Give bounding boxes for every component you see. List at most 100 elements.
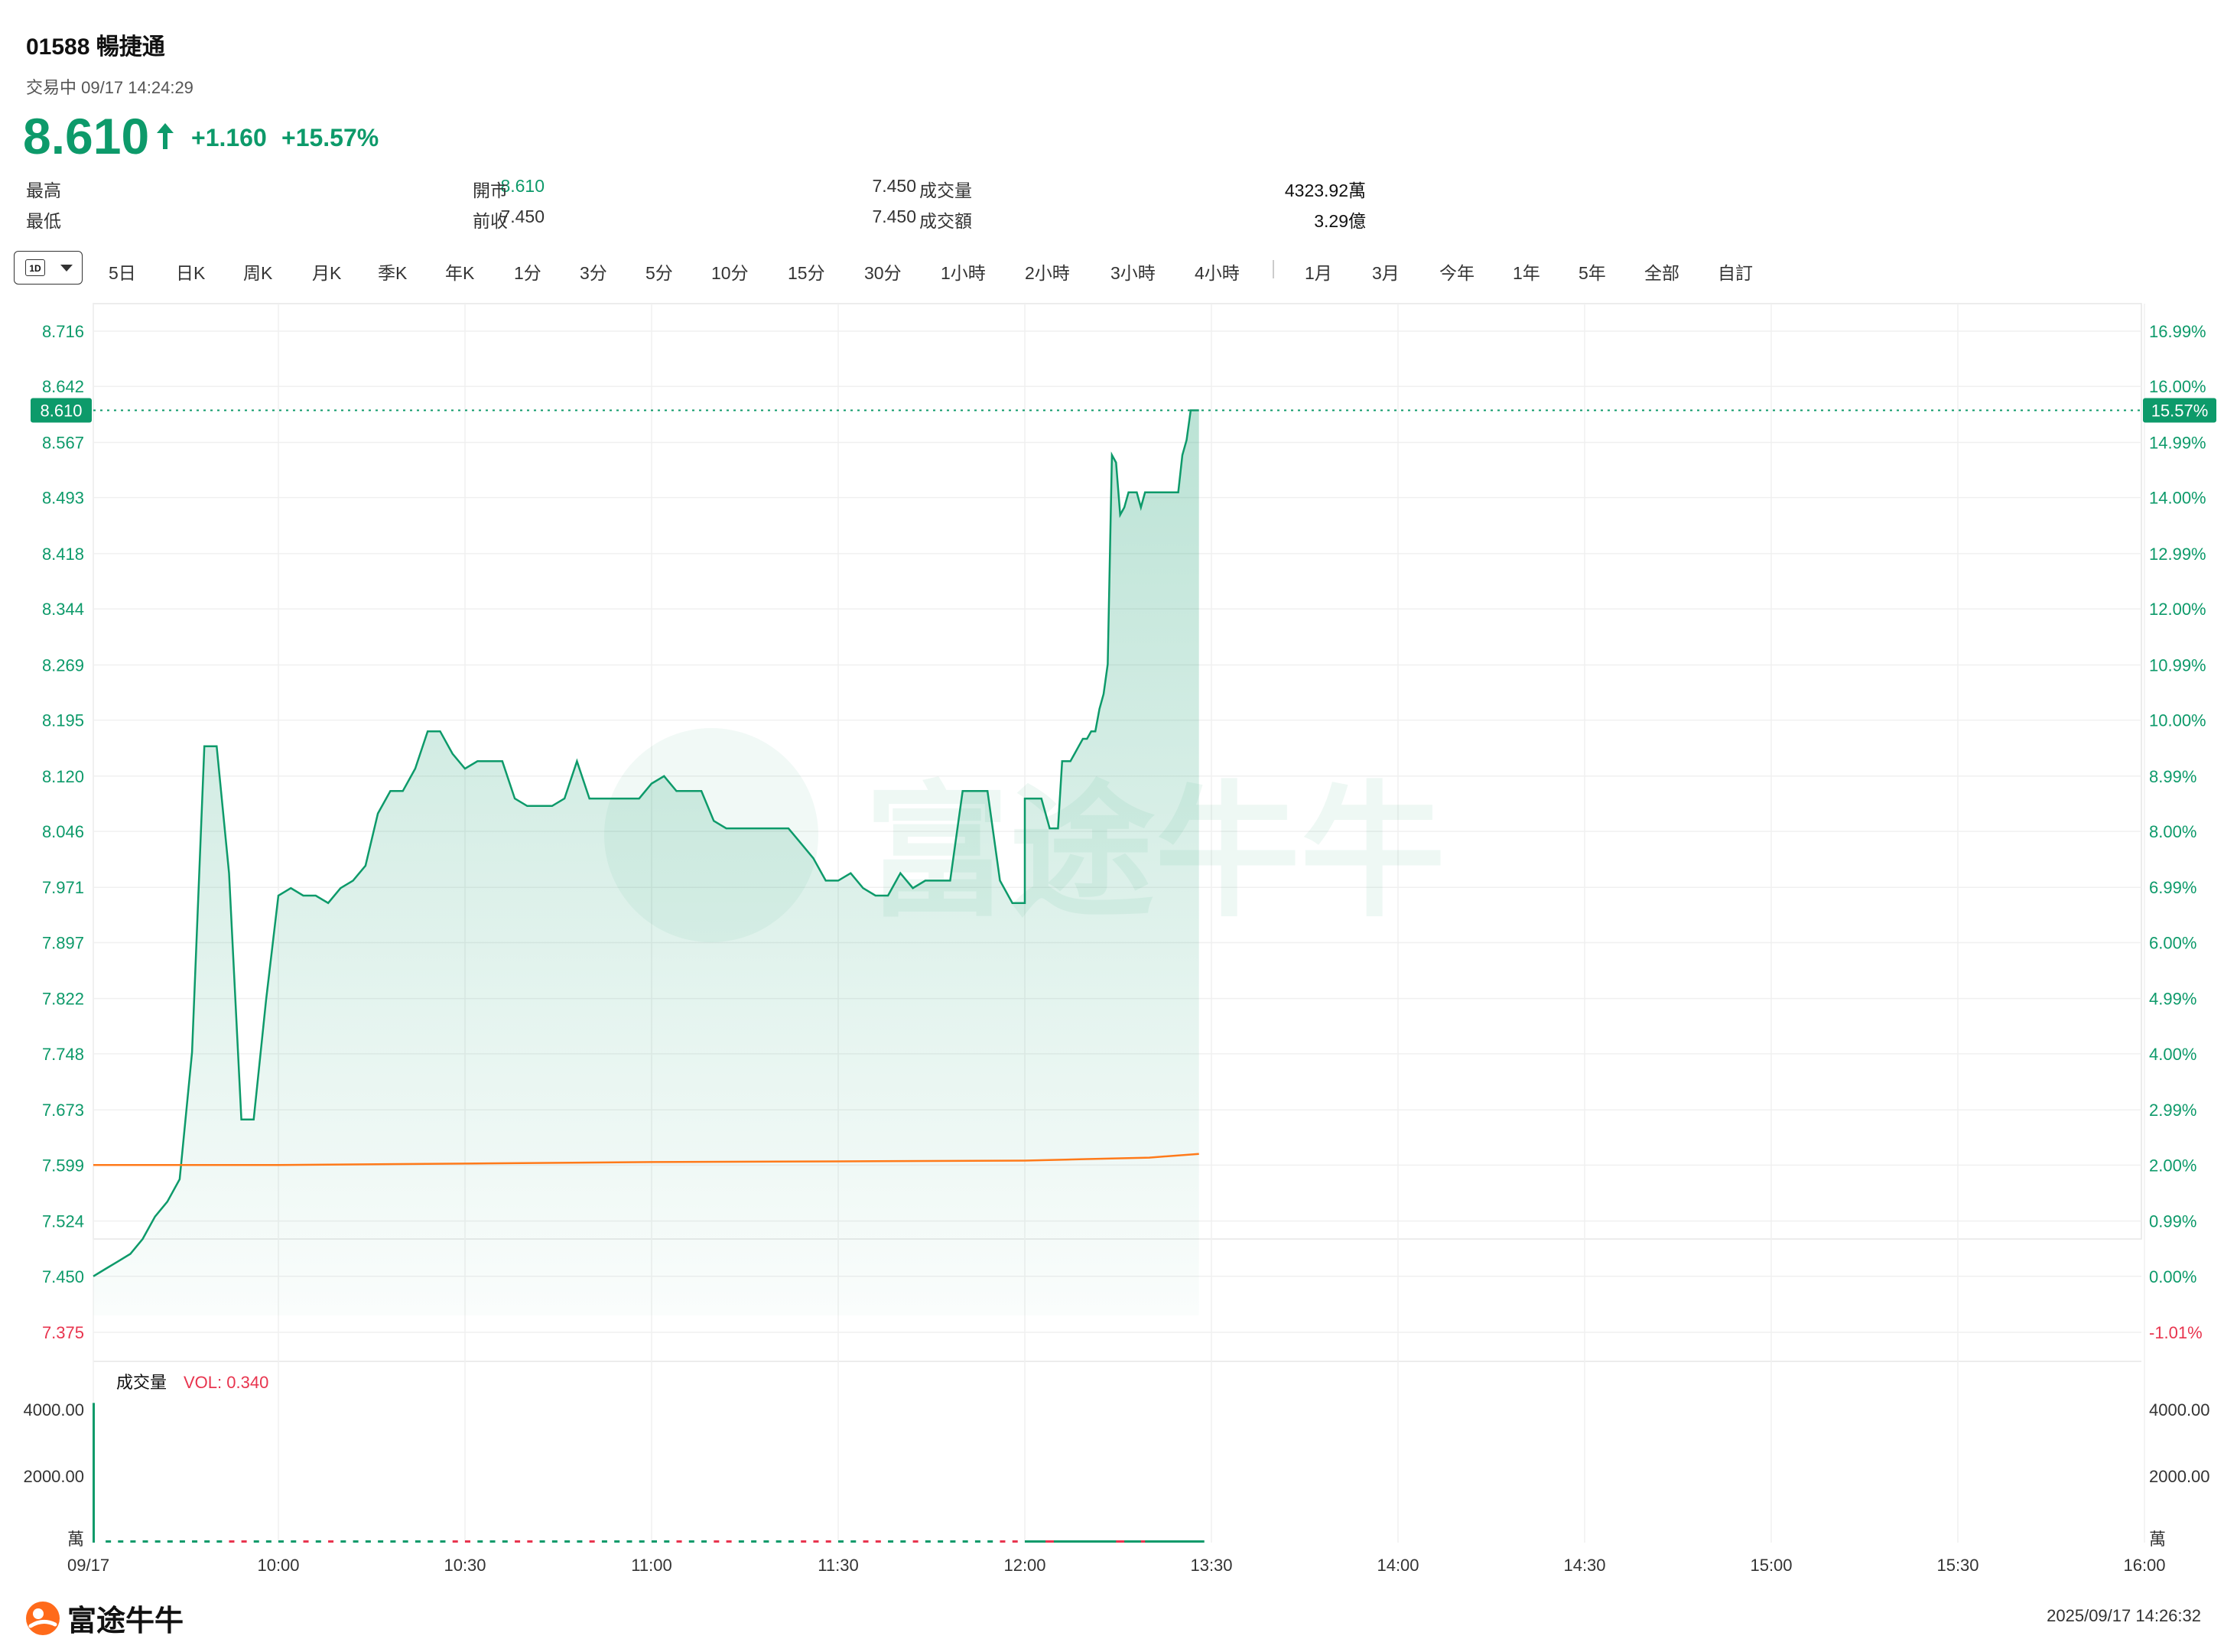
volume-bar — [179, 1540, 185, 1543]
y-tick-label-right: 12.99% — [2149, 545, 2206, 564]
volume-bar — [763, 1540, 769, 1543]
y-tick-label-right: 8.99% — [2149, 767, 2196, 786]
volume-bar — [93, 1403, 95, 1543]
y-tick-label-left: 8.418 — [42, 545, 84, 564]
volume-bar — [688, 1540, 694, 1543]
volume-label: 成交量 — [116, 1373, 167, 1392]
volume-bar — [154, 1540, 161, 1543]
footer-timestamp: 2025/09/17 14:26:32 — [2047, 1606, 2201, 1625]
volume-bar — [1012, 1540, 1018, 1543]
volume-bar — [415, 1540, 421, 1543]
y-tick-label-right: -1.01% — [2149, 1323, 2203, 1342]
volume-bar — [378, 1540, 384, 1543]
volume-bar — [477, 1540, 483, 1543]
volume-bar — [328, 1540, 334, 1543]
x-tick-label: 16:00 — [2123, 1556, 2165, 1575]
volume-bar — [738, 1540, 744, 1543]
volume-bar — [751, 1540, 757, 1543]
y-tick-label-left: 8.716 — [42, 322, 84, 341]
volume-bar — [167, 1540, 173, 1543]
x-tick-label: 11:30 — [818, 1556, 858, 1575]
volume-bar — [664, 1540, 670, 1543]
x-tick-label: 12:00 — [1003, 1556, 1045, 1575]
y-tick-label-left: 8.046 — [42, 822, 84, 841]
y-tick-label-left: 8.344 — [42, 600, 84, 619]
volume-y-tick-left: 萬 — [67, 1530, 84, 1549]
y-tick-label-right: 16.99% — [2149, 322, 2206, 341]
volume-bar — [303, 1540, 309, 1543]
y-tick-label-right: 6.00% — [2149, 933, 2196, 952]
volume-bar — [652, 1540, 657, 1543]
futu-logo-icon — [26, 1602, 60, 1635]
y-tick-label-right: 6.99% — [2149, 878, 2196, 897]
volume-bar — [912, 1540, 919, 1543]
price-area — [93, 410, 1199, 1315]
volume-bar — [938, 1540, 944, 1543]
volume-bar — [838, 1540, 844, 1543]
current-price-tag-label: 8.610 — [40, 401, 82, 420]
volume-bar — [614, 1540, 620, 1543]
x-tick-label: 10:30 — [444, 1556, 486, 1575]
volume-value-label: VOL: 0.340 — [184, 1373, 268, 1392]
volume-bar — [278, 1540, 284, 1543]
volume-bar — [1198, 1540, 1205, 1543]
y-tick-label-left: 7.375 — [42, 1323, 84, 1342]
volume-bar — [825, 1540, 831, 1543]
volume-bar — [265, 1540, 271, 1543]
volume-y-tick-left: 4000.00 — [23, 1400, 84, 1419]
y-tick-label-right: 2.99% — [2149, 1101, 2196, 1120]
y-tick-label-left: 7.450 — [42, 1267, 84, 1286]
volume-bar — [489, 1540, 496, 1543]
volume-y-tick-right: 萬 — [2149, 1530, 2166, 1549]
y-tick-label-left: 8.567 — [42, 433, 84, 452]
x-tick-label: 14:30 — [1563, 1556, 1605, 1575]
x-tick-label: 13:30 — [1190, 1556, 1232, 1575]
volume-bar — [950, 1540, 956, 1543]
price-chart: 富途牛牛8.61015.57%8.71616.99%8.64216.00%8.5… — [23, 303, 2216, 1575]
volume-bar — [551, 1540, 558, 1543]
volume-bar — [192, 1540, 198, 1543]
volume-bar — [775, 1540, 782, 1543]
volume-bar — [813, 1540, 819, 1543]
y-tick-label-right: 16.00% — [2149, 377, 2206, 396]
volume-bar — [676, 1540, 682, 1543]
volume-bar — [925, 1540, 931, 1543]
y-tick-label-left: 7.822 — [42, 990, 84, 1009]
volume-y-tick-right: 2000.00 — [2149, 1467, 2210, 1486]
volume-bar — [863, 1540, 869, 1543]
volume-bar — [850, 1540, 857, 1543]
volume-bar — [253, 1540, 259, 1543]
volume-bar — [440, 1540, 446, 1543]
volume-bar — [130, 1540, 136, 1543]
volume-bar — [726, 1540, 732, 1543]
volume-bar — [527, 1540, 533, 1543]
y-tick-label-left: 7.897 — [42, 933, 84, 952]
y-tick-label-left: 7.748 — [42, 1045, 84, 1064]
volume-bar — [577, 1540, 583, 1543]
volume-bar — [701, 1540, 707, 1543]
volume-y-tick-left: 2000.00 — [23, 1467, 84, 1486]
volume-bar — [601, 1540, 607, 1543]
y-tick-label-left: 8.493 — [42, 489, 84, 508]
x-tick-label: 10:00 — [257, 1556, 299, 1575]
volume-bar — [340, 1540, 346, 1543]
x-tick-label: 09/17 — [67, 1556, 109, 1575]
volume-bar — [875, 1540, 881, 1543]
volume-bar — [900, 1540, 906, 1543]
volume-bar — [241, 1540, 247, 1543]
y-tick-label-left: 8.269 — [42, 655, 84, 675]
y-tick-label-left: 7.524 — [42, 1212, 84, 1231]
y-tick-label-right: 12.00% — [2149, 600, 2206, 619]
y-tick-label-left: 7.599 — [42, 1156, 84, 1175]
volume-bar — [118, 1540, 124, 1543]
volume-bar — [216, 1540, 223, 1543]
volume-bar — [502, 1540, 508, 1543]
y-tick-label-right: 8.00% — [2149, 822, 2196, 841]
volume-bar — [428, 1540, 434, 1543]
y-tick-label-left: 8.195 — [42, 711, 84, 730]
volume-bar — [788, 1540, 794, 1543]
volume-bar — [1000, 1540, 1006, 1543]
volume-bar — [589, 1540, 595, 1543]
y-tick-label-right: 4.99% — [2149, 990, 2196, 1009]
volume-bar — [564, 1540, 571, 1543]
